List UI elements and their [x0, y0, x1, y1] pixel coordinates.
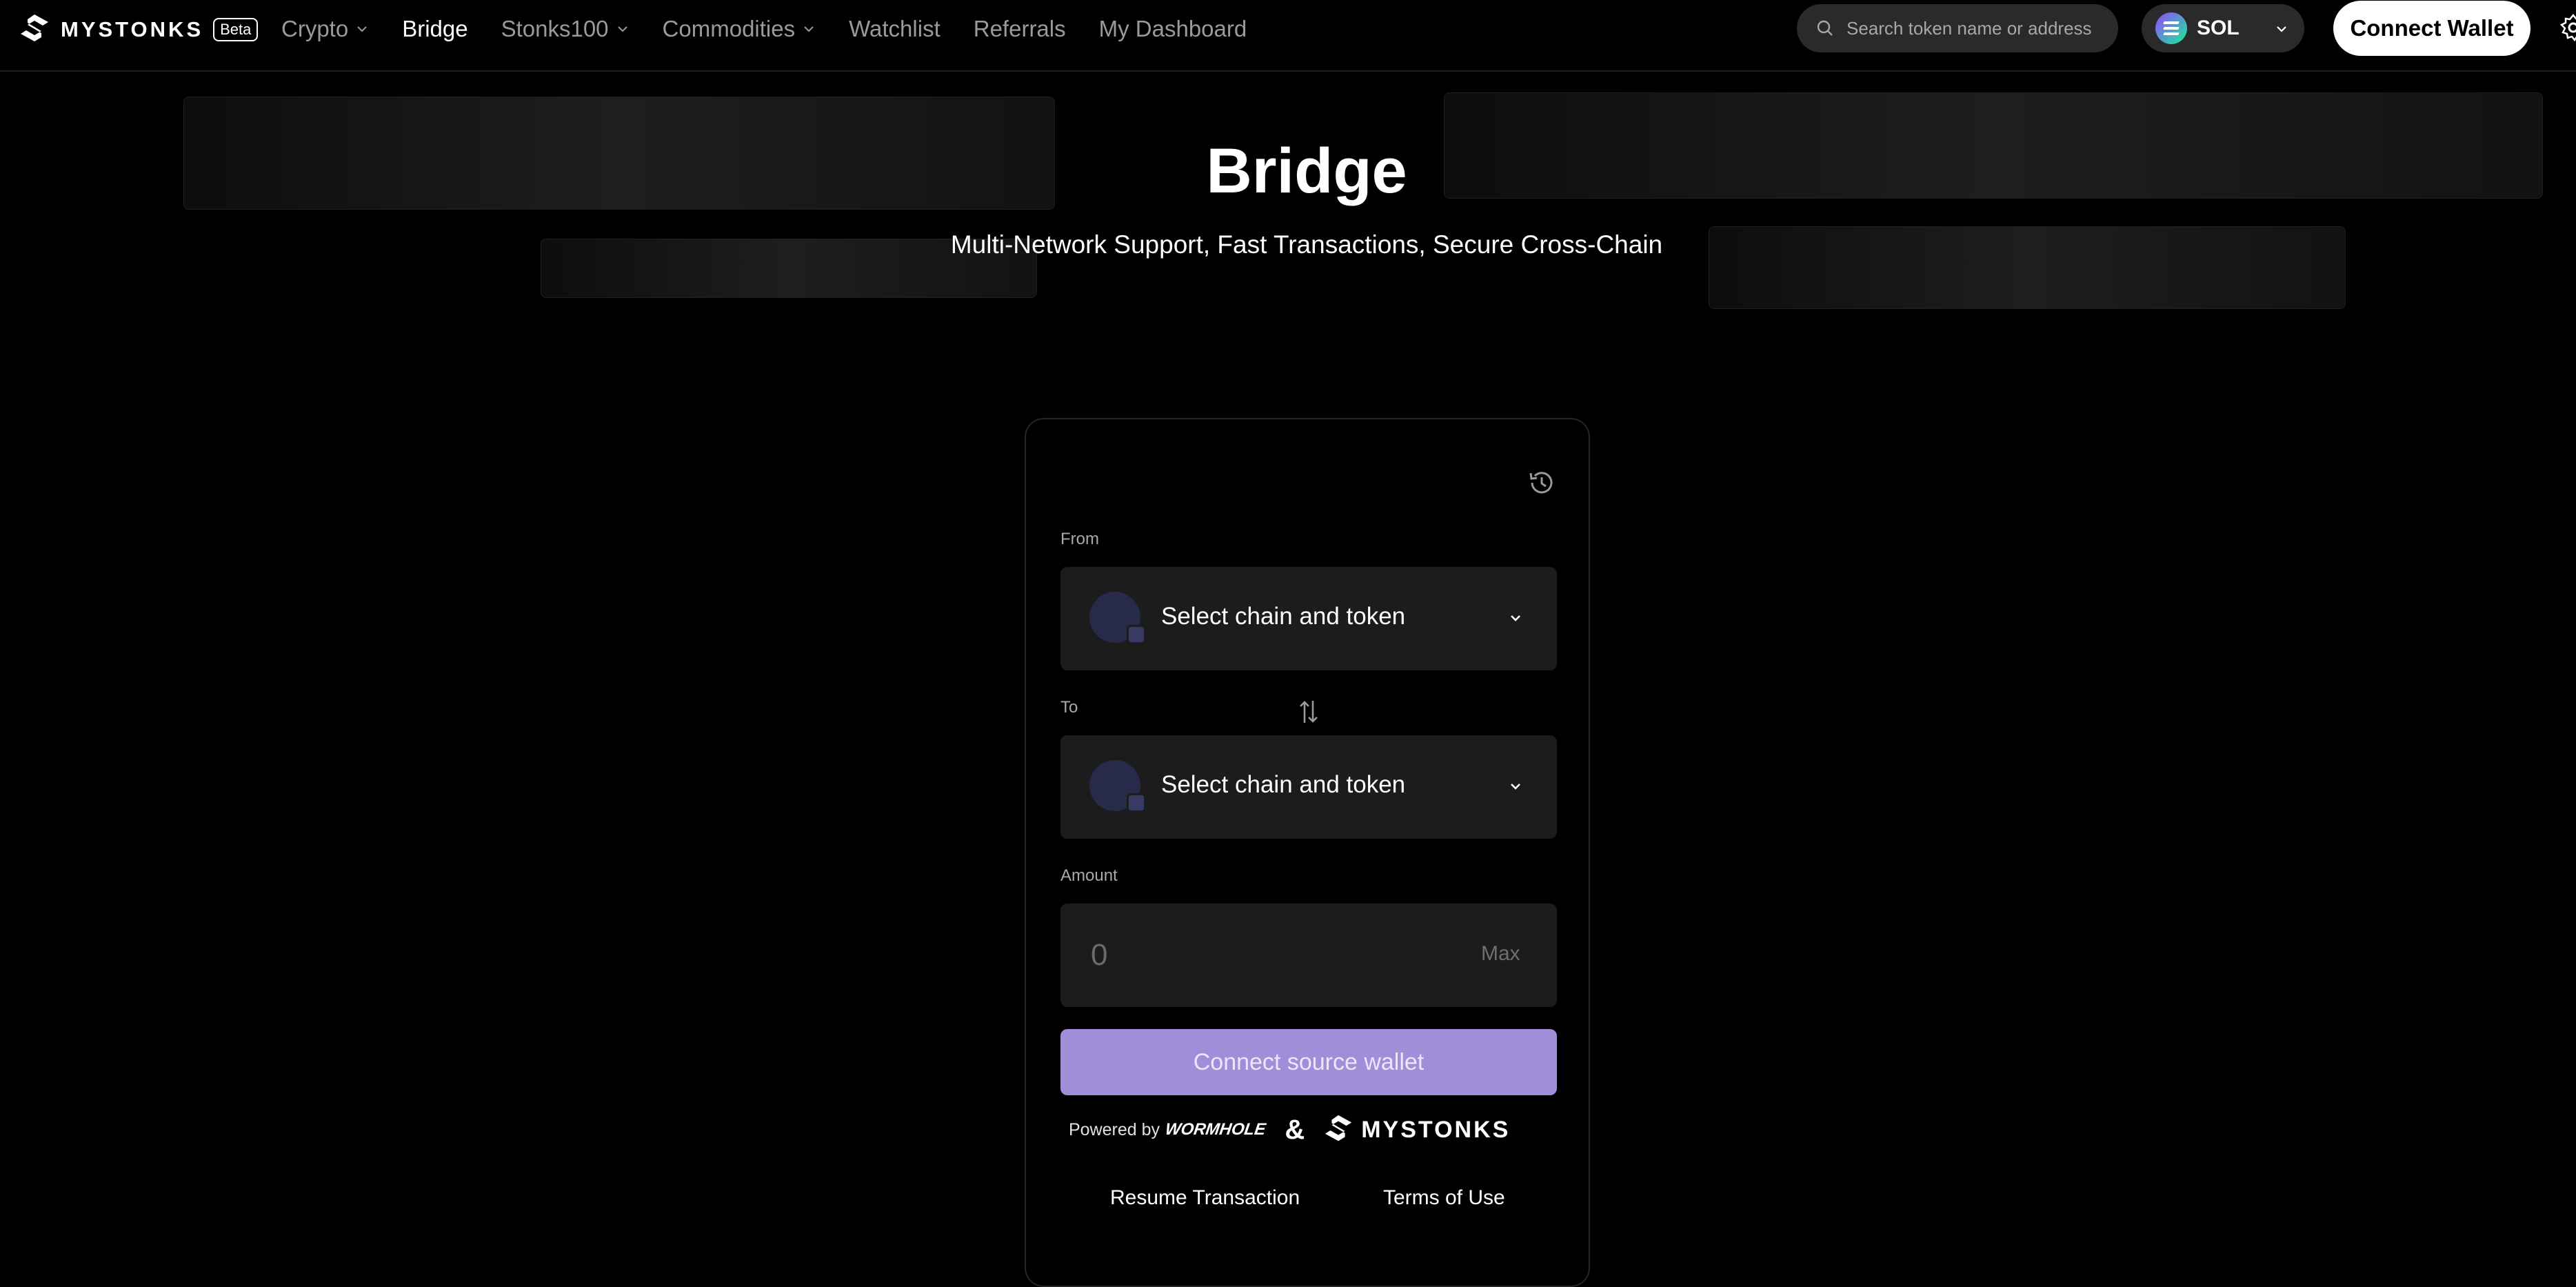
chevron-down-icon — [804, 26, 814, 32]
chain-badge-icon — [1127, 625, 1146, 644]
from-select-text: Select chain and token — [1161, 603, 1406, 630]
max-button[interactable]: Max — [1481, 942, 1520, 966]
chevron-down-icon — [2277, 26, 2286, 32]
nav-item-label: Referrals — [973, 16, 1066, 41]
page-subtitle: Multi-Network Support, Fast Transactions… — [950, 230, 1663, 259]
connect-wallet-button[interactable]: Connect Wallet — [2333, 1, 2530, 56]
nav-item-label: Stonks100 — [501, 16, 609, 41]
terms-of-use-link[interactable]: Terms of Use — [1383, 1186, 1505, 1210]
search-input[interactable] — [1845, 17, 2107, 40]
nav-item-label: Watchlist — [849, 16, 940, 41]
nav-item-crypto[interactable]: Crypto — [281, 16, 369, 42]
chevron-down-icon — [617, 26, 627, 32]
bridge-card: From Select chain and token To Select ch… — [1025, 418, 1590, 1287]
powered-by-label: Powered by — [1069, 1119, 1160, 1139]
from-label: From — [1060, 530, 1099, 548]
powered-by-row: Powered by WORMHOLE & MYSTONKS — [1069, 1109, 1551, 1150]
chevron-down-icon — [357, 26, 367, 32]
nav-item-bridge[interactable]: Bridge — [402, 16, 467, 42]
mystonks-logo-icon — [21, 14, 48, 41]
chevron-down-icon — [1511, 784, 1520, 790]
nav-item-label: Bridge — [402, 16, 468, 41]
amount-field: Max — [1060, 904, 1557, 1007]
chain-badge-icon — [1127, 793, 1146, 812]
amount-label: Amount — [1060, 866, 1118, 885]
nav-item-label: My Dashboard — [1098, 16, 1247, 41]
wormhole-logo: WORMHOLE — [1164, 1120, 1267, 1139]
to-label: To — [1060, 698, 1078, 717]
ampersand: & — [1285, 1114, 1305, 1145]
nav-item-label: Crypto — [281, 16, 349, 41]
gear-icon[interactable] — [2558, 12, 2576, 43]
from-chain-token-select[interactable]: Select chain and token — [1060, 567, 1557, 670]
nav-item-my-dashboard[interactable]: My Dashboard — [1099, 16, 1247, 42]
swap-arrows-icon[interactable] — [1296, 697, 1321, 727]
mystonks-logo-icon — [1325, 1115, 1352, 1141]
solana-icon — [2155, 12, 2187, 44]
mystonks-mini-logo: MYSTONKS — [1322, 1114, 1510, 1146]
nav-item-stonks100[interactable]: Stonks100 — [501, 16, 630, 42]
nav-item-label: Commodities — [662, 16, 796, 41]
nav-item-watchlist[interactable]: Watchlist — [849, 16, 940, 42]
to-chain-token-select[interactable]: Select chain and token — [1060, 735, 1557, 839]
nav-item-commodities[interactable]: Commodities — [663, 16, 816, 42]
chain-selector-label: SOL — [2197, 17, 2240, 39]
to-select-text: Select chain and token — [1161, 771, 1406, 798]
connect-source-wallet-button[interactable]: Connect source wallet — [1060, 1029, 1557, 1095]
search-bar[interactable] — [1797, 4, 2118, 52]
mystonks-wordmark: MYSTONKS — [1361, 1116, 1511, 1143]
top-navbar: MYSTONKS Beta Crypto Bridge Stonks100 Co… — [0, 0, 2576, 72]
resume-transaction-link[interactable]: Resume Transaction — [1110, 1186, 1300, 1210]
brand-logo[interactable]: MYSTONKS Beta — [18, 12, 259, 47]
brand-name: MYSTONKS — [61, 17, 204, 41]
search-icon — [1817, 20, 1833, 36]
chain-selector[interactable]: SOL — [2142, 4, 2304, 52]
beta-badge: Beta — [213, 18, 259, 41]
history-icon[interactable] — [1527, 468, 1557, 498]
page-title: Bridge — [1206, 136, 1407, 206]
main-nav: Crypto Bridge Stonks100 Commodities Watc… — [281, 0, 1280, 58]
chevron-down-icon — [1511, 615, 1520, 621]
nav-item-referrals[interactable]: Referrals — [974, 16, 1066, 42]
amount-input[interactable] — [1089, 934, 1434, 977]
